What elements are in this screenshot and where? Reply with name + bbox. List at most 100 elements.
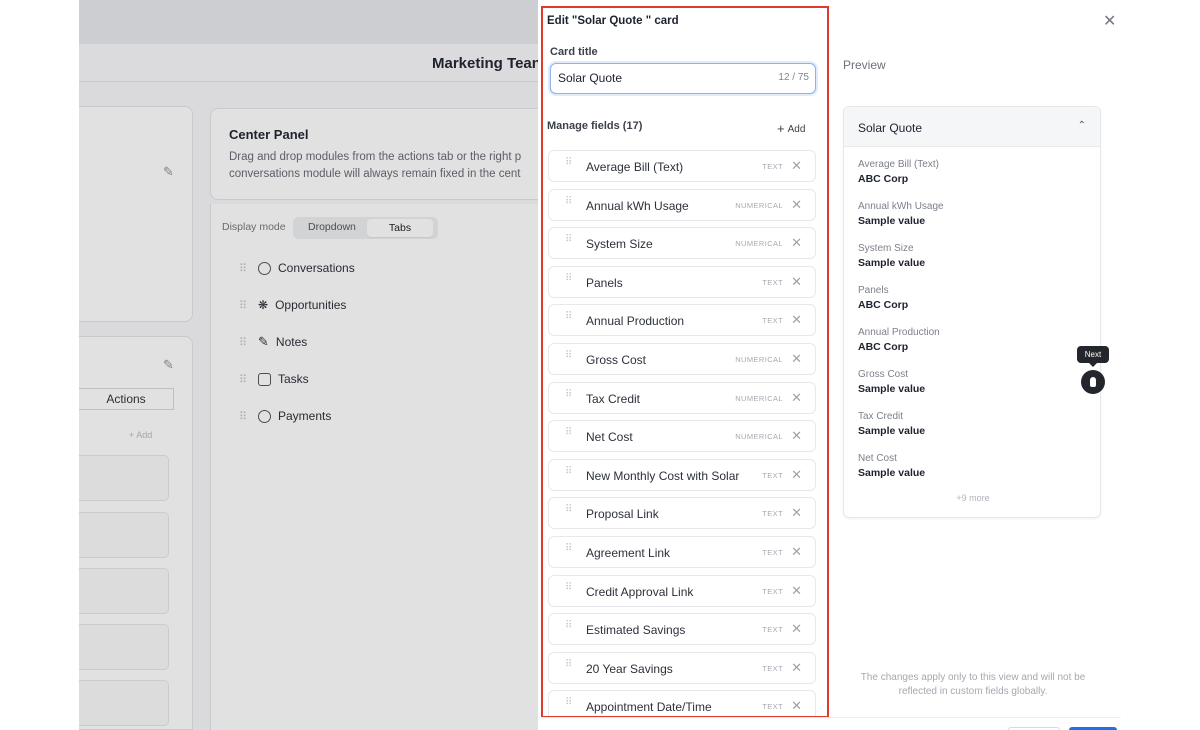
preview-field-value: Sample value [858,257,926,269]
drag-handle-icon[interactable]: ⠿ [565,466,575,476]
remove-field-icon[interactable]: ✕ [791,621,802,637]
preview-field-label: Average Bill (Text) [858,159,939,170]
field-type: TEXT [762,470,783,480]
field-type: TEXT [762,663,783,673]
field-row[interactable]: ⠿ Estimated Savings TEXT ✕ [548,613,816,646]
drag-handle-icon[interactable]: ⠿ [565,235,575,245]
modal-overlay[interactable] [79,0,539,730]
drag-handle-icon[interactable]: ⠿ [565,351,575,361]
drag-handle-icon[interactable]: ⠿ [565,273,575,283]
field-type: TEXT [762,316,783,326]
preview-label: Preview [843,58,886,72]
preview-more-count[interactable]: +9 more [844,493,1100,503]
card-title-field[interactable]: 12 / 75 [550,63,816,94]
drag-handle-icon[interactable]: ⠿ [565,312,575,322]
edit-card-panel: Edit "Solar Quote " card Card title 12 /… [541,6,829,718]
field-row[interactable]: ⠿ Gross Cost NUMERICAL ✕ [548,343,816,375]
remove-field-icon[interactable]: ✕ [791,544,802,560]
preview-field-label: Annual Production [858,327,940,338]
preview-field-label: System Size [858,243,914,254]
add-field-label: Add [787,124,806,135]
field-row[interactable]: ⠿ New Monthly Cost with Solar TEXT ✕ [548,458,816,491]
field-name: Appointment Date/Time [586,700,712,715]
drag-handle-icon[interactable]: ⠿ [565,196,575,206]
remove-field-icon[interactable]: ✕ [791,390,802,406]
field-type: TEXT [762,586,783,596]
field-name: Agreement Link [586,546,671,560]
remove-field-icon[interactable]: ✕ [791,197,802,213]
field-row[interactable]: ⠿ Agreement Link TEXT ✕ [548,536,816,568]
field-name: Annual Production [586,314,685,329]
field-row[interactable]: ⠿ Annual kWh Usage NUMERICAL ✕ [548,188,816,221]
field-row[interactable]: ⠿ Proposal Link TEXT ✕ [548,497,816,530]
remove-field-icon[interactable]: ✕ [791,351,802,367]
chevron-up-icon[interactable]: ⌃ [1078,120,1086,131]
preview-field-label: Annual kWh Usage [858,201,944,212]
field-type: TEXT [762,162,783,171]
field-type: NUMERICAL [735,239,783,249]
field-row[interactable]: ⠿ Panels TEXT ✕ [548,265,816,298]
preview-field-value: ABC Corp [858,173,909,185]
remove-field-icon[interactable]: ✕ [791,660,802,676]
next-button[interactable] [1081,370,1105,394]
field-name: Credit Approval Link [586,584,694,599]
close-icon[interactable]: ✕ [1103,11,1116,31]
remove-field-icon[interactable]: ✕ [791,274,802,290]
remove-field-icon[interactable]: ✕ [791,467,802,483]
preview-field-value: Sample value [858,383,926,395]
field-row[interactable]: ⠿ Annual Production TEXT ✕ [548,304,816,337]
preview-field: System Size Sample value [858,243,925,269]
remove-field-icon[interactable]: ✕ [791,583,802,599]
card-title-input[interactable] [551,64,771,92]
field-name: New Monthly Cost with Solar [586,468,740,483]
drag-handle-icon[interactable]: ⠿ [565,698,575,708]
add-field-button[interactable]: + Add [777,120,806,136]
field-row[interactable]: ⠿ Appointment Date/Time TEXT ✕ [548,690,816,716]
preview-field-label: Tax Credit [858,411,904,422]
field-name: Gross Cost [586,353,647,367]
preview-field-value: ABC Corp [858,299,909,311]
drag-handle-icon[interactable]: ⠿ [565,544,575,554]
field-type: NUMERICAL [735,355,783,364]
plus-icon: + [777,121,785,136]
remove-field-icon[interactable]: ✕ [791,158,802,174]
drag-handle-icon[interactable]: ⠿ [565,659,575,669]
preview-field-label: Gross Cost [858,369,909,380]
drag-handle-icon[interactable]: ⠿ [565,428,575,438]
card-title-label: Card title [550,46,598,58]
field-type: TEXT [762,625,783,635]
drag-handle-icon[interactable]: ⠿ [565,505,575,515]
remove-field-icon[interactable]: ✕ [791,312,802,328]
remove-field-icon[interactable]: ✕ [791,235,802,251]
field-name: Average Bill (Text) [586,160,684,174]
field-row[interactable]: ⠿ System Size NUMERICAL ✕ [548,227,816,260]
preview-field: Annual Production ABC Corp [858,327,940,353]
preview-card-title: Solar Quote [858,121,923,135]
app-frame: Marketing Tean ✎ ✎ Actions + Add Center … [79,0,1121,730]
field-row[interactable]: ⠿ 20 Year Savings TEXT ✕ [548,651,816,684]
drag-handle-icon[interactable]: ⠿ [565,582,575,592]
preview-field: Annual kWh Usage Sample value [858,201,944,227]
preview-field-label: Panels [858,285,889,296]
drag-handle-icon[interactable]: ⠿ [565,158,575,168]
card-title-char-count: 12 / 75 [778,72,809,83]
remove-field-icon[interactable]: ✕ [791,698,802,714]
drag-handle-icon[interactable]: ⠿ [565,621,575,631]
field-row[interactable]: ⠿ Credit Approval Link TEXT ✕ [548,574,816,607]
preview-card-header[interactable]: Solar Quote ⌃ [844,107,1100,147]
preview-field: Tax Credit Sample value [858,411,925,437]
field-name: Proposal Link [586,507,659,522]
preview-field: Net Cost Sample value [858,453,925,479]
remove-field-icon[interactable]: ✕ [791,428,802,444]
preview-field-value: Sample value [858,425,926,437]
preview-field-label: Net Cost [858,453,897,464]
remove-field-icon[interactable]: ✕ [791,505,802,521]
field-row[interactable]: ⠿ Average Bill (Text) TEXT ✕ [548,150,816,182]
preview-field: Average Bill (Text) ABC Corp [858,159,939,185]
field-row[interactable]: ⠿ Tax Credit NUMERICAL ✕ [548,381,816,414]
drag-handle-icon[interactable]: ⠿ [565,389,575,399]
next-tooltip: Next [1077,346,1109,367]
preview-field-value: ABC Corp [858,341,909,353]
field-row[interactable]: ⠿ Net Cost NUMERICAL ✕ [548,420,816,453]
field-name: Tax Credit [586,391,641,406]
